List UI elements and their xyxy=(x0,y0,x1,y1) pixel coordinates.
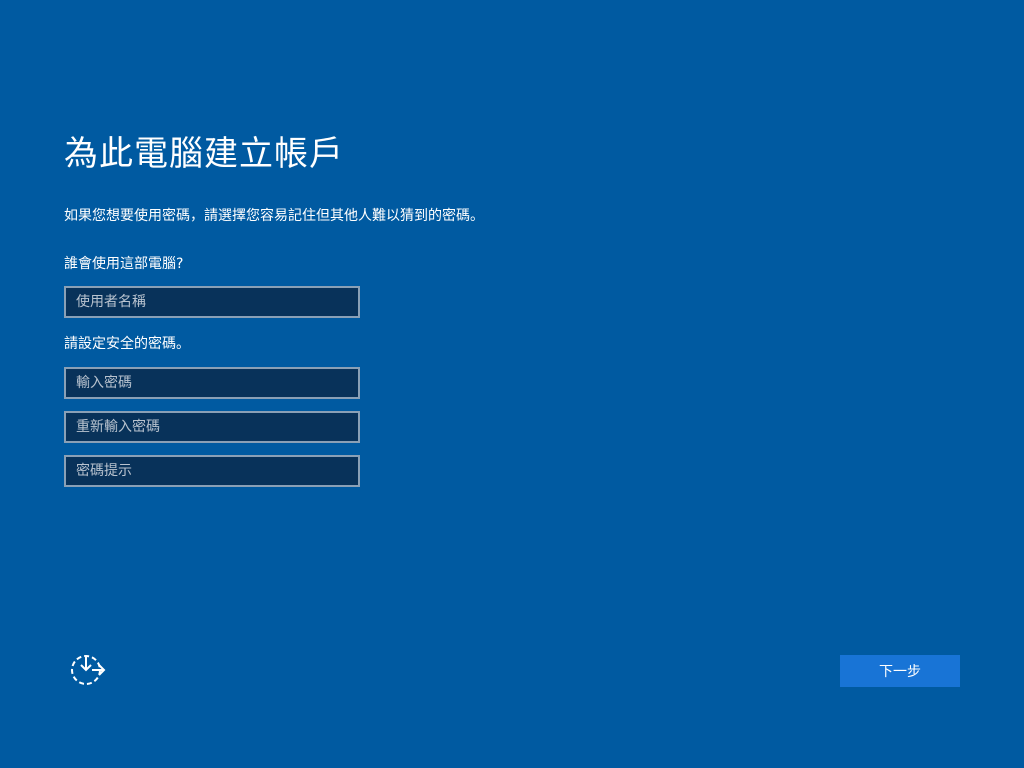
username-field[interactable] xyxy=(64,286,360,318)
ease-of-access-button[interactable] xyxy=(68,648,108,688)
page-title: 為此電腦建立帳戶 xyxy=(64,134,344,174)
who-label: 誰會使用這部電腦? xyxy=(64,256,184,272)
page-description: 如果您想要使用密碼，請選擇您容易記住但其他人難以猜到的密碼。 xyxy=(64,208,484,224)
account-setup-page: 為此電腦建立帳戶 如果您想要使用密碼，請選擇您容易記住但其他人難以猜到的密碼。 … xyxy=(0,0,1024,768)
password-label: 請設定安全的密碼。 xyxy=(64,336,190,352)
reenter-password-field[interactable] xyxy=(64,411,360,443)
ease-of-access-icon xyxy=(71,655,106,685)
password-field[interactable] xyxy=(64,367,360,399)
next-button[interactable]: 下一步 xyxy=(840,655,960,687)
password-hint-field[interactable] xyxy=(64,455,360,487)
